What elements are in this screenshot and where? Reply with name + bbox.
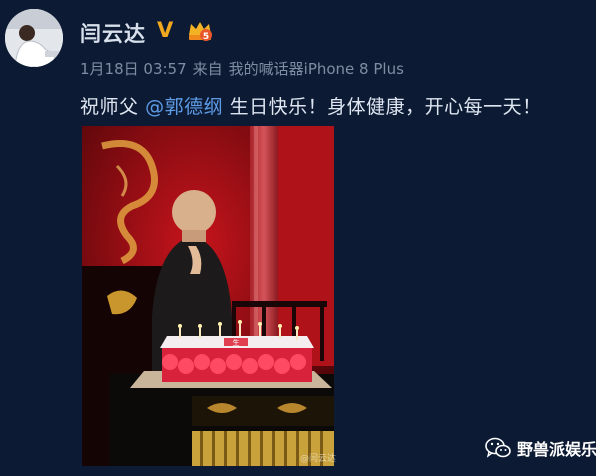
text-before-mention: 祝师父 [80, 96, 139, 118]
source-prefix: 来自 [192, 60, 223, 78]
wechat-icon [485, 437, 511, 458]
vip-crown-icon: 5 [187, 19, 213, 43]
post-photo[interactable]: 生 [82, 126, 334, 466]
mention-link[interactable]: @郭德纲 [145, 96, 223, 118]
verified-icon: V [157, 18, 174, 42]
post-timestamp[interactable]: 1月18日 03:57 [80, 60, 187, 78]
weibo-post: 闫云达 V 5 1月18日 03:57 来自 我的喊话器iPhone 8 Plus … [0, 0, 596, 476]
username[interactable]: 闫云达 [80, 18, 146, 48]
post-text: 祝师父 @郭德纲 生日快乐！身体健康，开心每一天！ [80, 92, 542, 119]
cake-label: 生 [233, 338, 240, 347]
avatar[interactable] [5, 9, 63, 67]
source-device[interactable]: 我的喊话器iPhone 8 Plus [229, 60, 404, 78]
post-meta: 1月18日 03:57 来自 我的喊话器iPhone 8 Plus [80, 58, 410, 79]
vip-level: 5 [203, 32, 209, 42]
brand-logo: 野兽派娱乐 [485, 436, 596, 460]
text-after-mention: 生日快乐！身体健康，开心每一天！ [223, 96, 542, 118]
photo-watermark: @闫云达 [300, 454, 337, 464]
brand-name: 野兽派娱乐 [517, 440, 596, 459]
